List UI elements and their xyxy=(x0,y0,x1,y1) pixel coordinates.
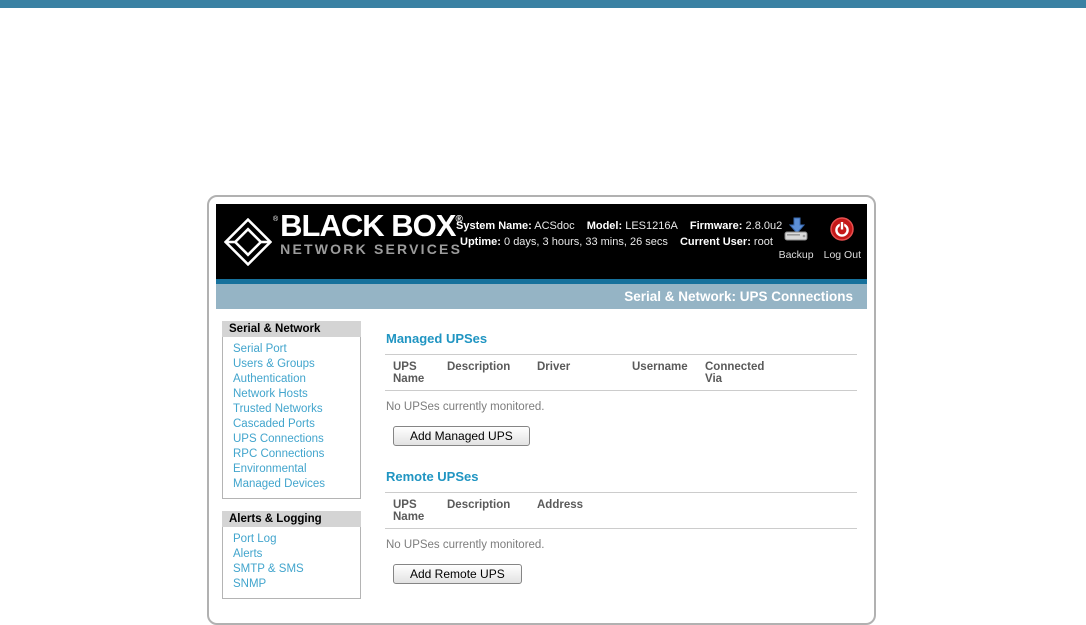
divider xyxy=(385,390,857,391)
column-ups-name: UPS Name xyxy=(393,499,425,523)
managed-upses-heading: Managed UPSes xyxy=(386,331,488,346)
uptime-label: Uptime: xyxy=(460,236,501,248)
remote-upses-empty-message: No UPSes currently monitored. xyxy=(386,539,545,551)
brand-tagline: NETWORK SERVICES xyxy=(280,241,463,257)
column-address: Address xyxy=(537,499,584,511)
sidebar-nav: Serial & Network Serial Port Users & Gro… xyxy=(222,321,361,611)
remote-upses-heading: Remote UPSes xyxy=(386,469,479,484)
logout-label: Log Out xyxy=(823,249,861,261)
masthead: ® BLACK BOX® NETWORK SERVICES System Nam… xyxy=(216,204,867,279)
model-value: LES1216A xyxy=(625,220,678,232)
sidebar-item-ups-connections[interactable]: UPS Connections xyxy=(223,431,360,446)
brand-name: BLACK BOX® xyxy=(280,208,463,243)
sidebar-item-rpc-connections[interactable]: RPC Connections xyxy=(223,446,360,461)
sidebar-item-cascaded-ports[interactable]: Cascaded Ports xyxy=(223,416,360,431)
sidebar-item-trusted-networks[interactable]: Trusted Networks xyxy=(223,401,360,416)
model-label: Model: xyxy=(586,220,623,232)
sidebar-item-authentication[interactable]: Authentication xyxy=(223,371,360,386)
system-name-value: ACSdoc xyxy=(534,220,575,232)
column-ups-name: UPS Name xyxy=(393,361,425,385)
column-description: Description xyxy=(447,499,511,511)
add-managed-ups-button[interactable]: Add Managed UPS xyxy=(393,426,530,446)
page-title: Serial & Network: UPS Connections xyxy=(216,284,867,309)
remote-upses-column-headers: UPS Name Description Address xyxy=(385,493,857,528)
appliance-window: ® BLACK BOX® NETWORK SERVICES System Nam… xyxy=(207,195,876,625)
backup-label: Backup xyxy=(778,249,814,261)
sidebar-item-smtp-sms[interactable]: SMTP & SMS xyxy=(223,561,360,576)
sidebar-section-title: Serial & Network xyxy=(222,321,361,337)
system-info-line2: Uptime: 0 days, 3 hours, 33 mins, 26 sec… xyxy=(456,234,791,250)
sidebar-item-alerts[interactable]: Alerts xyxy=(223,546,360,561)
sidebar-section-title: Alerts & Logging xyxy=(222,511,361,527)
main-content: Managed UPSes UPS Name Description Drive… xyxy=(385,309,857,584)
brand-registered-mark: ® xyxy=(273,216,279,223)
firmware-label: Firmware: xyxy=(689,220,743,232)
brand-diamond-icon xyxy=(223,217,273,271)
sidebar-item-managed-devices[interactable]: Managed Devices xyxy=(223,476,360,491)
sidebar-item-users-groups[interactable]: Users & Groups xyxy=(223,356,360,371)
column-description: Description xyxy=(447,361,511,373)
uptime-value: 0 days, 3 hours, 33 mins, 26 secs xyxy=(504,236,668,248)
brand-logo: ® BLACK BOX® NETWORK SERVICES xyxy=(223,208,463,271)
system-info: System Name: ACSdoc Model: LES1216A Firm… xyxy=(456,218,791,250)
column-username: Username xyxy=(632,361,688,373)
divider xyxy=(385,528,857,529)
system-name-label: System Name: xyxy=(456,220,532,232)
sidebar-item-environmental[interactable]: Environmental xyxy=(223,461,360,476)
column-connected-via: Connected Via xyxy=(705,361,765,385)
current-user-label: Current User: xyxy=(679,236,751,248)
backup-button[interactable]: Backup xyxy=(779,217,814,261)
sidebar-section-alerts-logging: Alerts & Logging Port Log Alerts SMTP & … xyxy=(222,511,361,599)
managed-upses-empty-message: No UPSes currently monitored. xyxy=(386,401,545,413)
managed-upses-column-headers: UPS Name Description Driver Username Con… xyxy=(385,355,857,390)
column-driver: Driver xyxy=(537,361,571,373)
current-user-value: root xyxy=(753,236,773,248)
firmware-value: 2.8.0u2 xyxy=(745,220,783,232)
logout-button[interactable]: Log Out xyxy=(824,217,861,261)
sidebar-item-network-hosts[interactable]: Network Hosts xyxy=(223,386,360,401)
backup-icon[interactable] xyxy=(783,217,809,246)
add-remote-ups-button[interactable]: Add Remote UPS xyxy=(393,564,522,584)
sidebar-item-port-log[interactable]: Port Log xyxy=(223,531,360,546)
logout-icon[interactable] xyxy=(830,217,855,246)
sidebar-section-serial-network: Serial & Network Serial Port Users & Gro… xyxy=(222,321,361,499)
system-info-line1: System Name: ACSdoc Model: LES1216A Firm… xyxy=(456,218,791,234)
page-top-bar xyxy=(0,0,1086,8)
sidebar-item-serial-port[interactable]: Serial Port xyxy=(223,341,360,356)
